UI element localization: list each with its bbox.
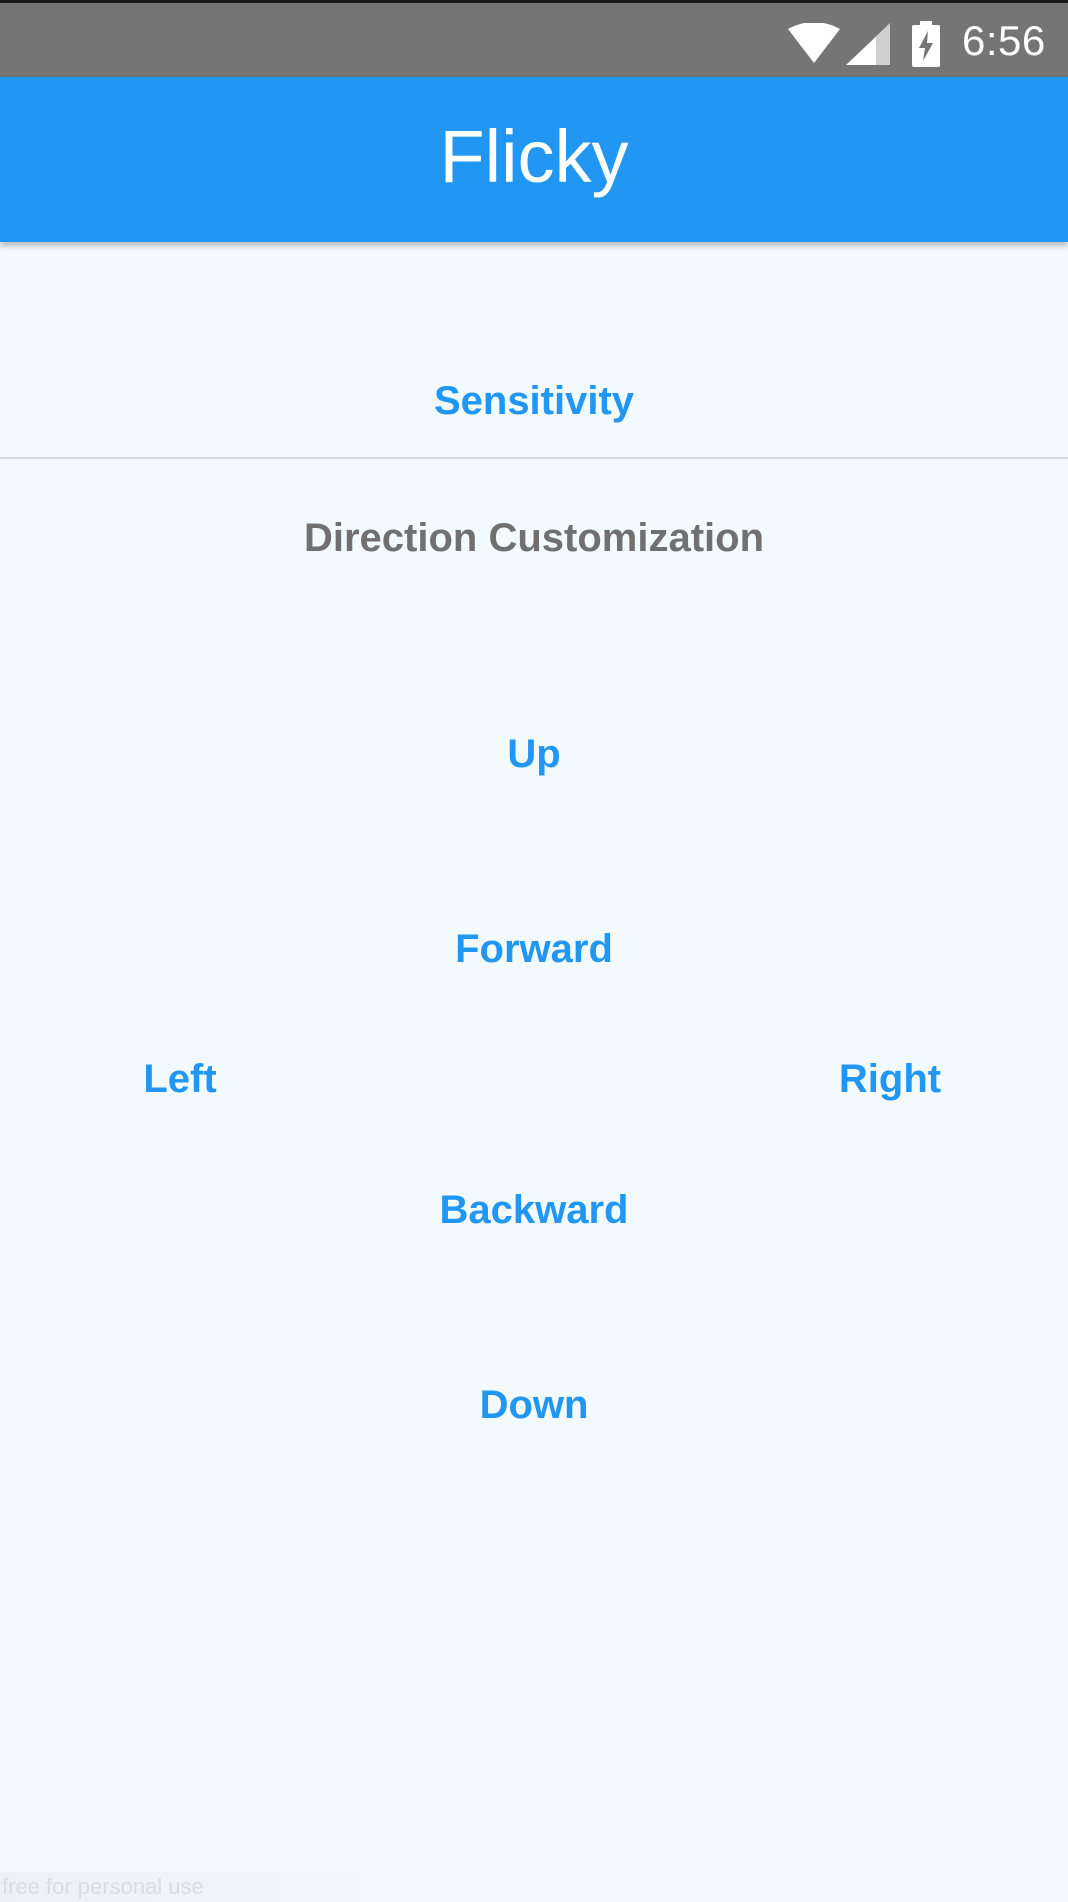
direction-up-button[interactable]: Up bbox=[0, 734, 1068, 774]
signal-icon bbox=[846, 23, 890, 65]
watermark-text: free for personal use bbox=[2, 1874, 204, 1899]
direction-right-button[interactable]: Right bbox=[810, 1059, 970, 1099]
wifi-icon bbox=[788, 23, 840, 63]
direction-backward-button[interactable]: Backward bbox=[0, 1190, 1068, 1230]
sensitivity-button[interactable]: Sensitivity bbox=[0, 381, 1068, 421]
direction-down-button[interactable]: Down bbox=[0, 1385, 1068, 1425]
app-title: Flicky bbox=[439, 115, 629, 198]
battery-charging-icon bbox=[912, 21, 940, 67]
divider bbox=[0, 457, 1068, 459]
direction-forward-button[interactable]: Forward bbox=[0, 929, 1068, 969]
direction-customization-heading: Direction Customization bbox=[303, 516, 765, 560]
direction-left-button[interactable]: Left bbox=[100, 1059, 260, 1099]
status-bar: 6:56 bbox=[0, 0, 1068, 77]
app-bar: Flicky bbox=[0, 77, 1068, 242]
watermark: free for personal use bbox=[0, 1872, 520, 1902]
status-clock: 6:56 bbox=[962, 17, 1046, 64]
